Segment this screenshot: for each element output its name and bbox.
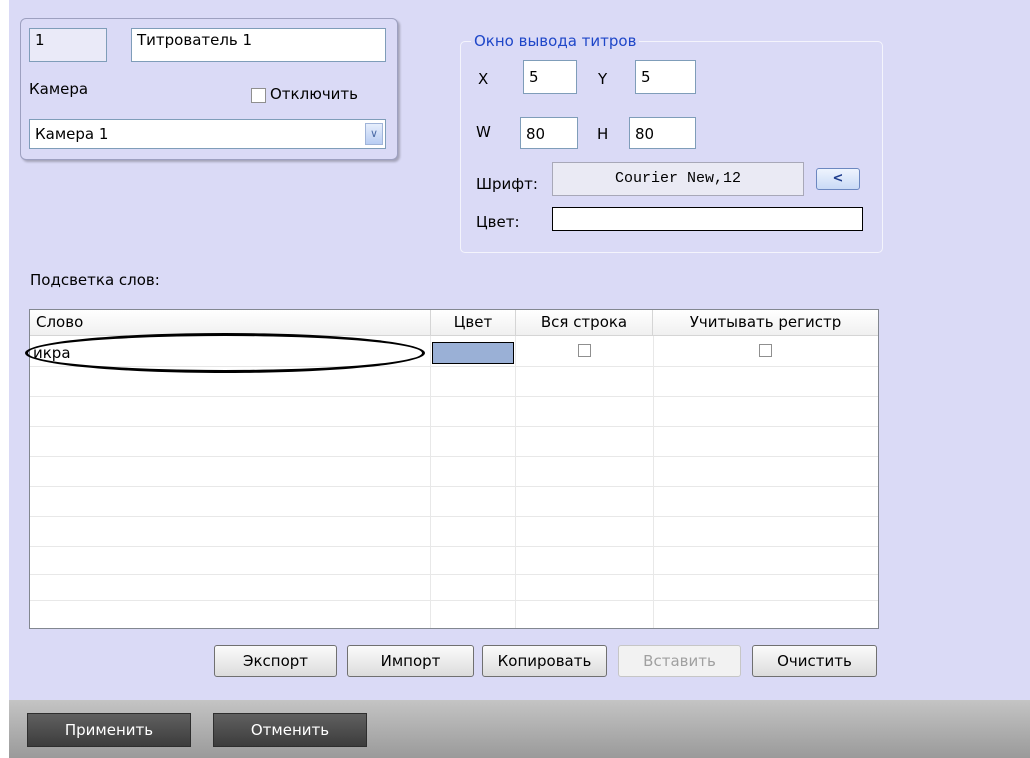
import-button[interactable]: Импорт — [347, 645, 474, 677]
whole-line-checkbox[interactable] — [578, 344, 591, 357]
w-input[interactable]: 80 — [520, 117, 578, 149]
color-label: Цвет: — [476, 213, 520, 231]
cell-color[interactable] — [432, 342, 514, 364]
row-divider — [30, 574, 878, 575]
output-window-title: Окно вывода титров — [471, 32, 640, 50]
highlight-ellipse — [25, 333, 425, 373]
font-display: Courier New,12 — [552, 162, 804, 196]
case-sensitive-checkbox[interactable] — [759, 344, 772, 357]
column-header-case[interactable]: Учитывать регистр — [653, 310, 878, 336]
camera-label: Камера — [29, 80, 89, 98]
camera-select-value: Камера 1 — [35, 125, 109, 143]
camera-select[interactable]: Камера 1 — [29, 119, 386, 149]
copy-button[interactable]: Копировать — [482, 645, 607, 677]
column-divider — [653, 336, 654, 628]
disable-label: Отключить — [270, 85, 359, 103]
apply-button[interactable]: Применить — [27, 713, 191, 747]
h-input[interactable]: 80 — [629, 117, 696, 149]
font-picker-button[interactable]: < — [816, 168, 860, 190]
paste-button[interactable]: Вставить — [618, 645, 741, 677]
row-divider — [30, 486, 878, 487]
row-divider — [30, 546, 878, 547]
cancel-button[interactable]: Отменить — [213, 713, 367, 747]
row-divider — [30, 516, 878, 517]
x-input[interactable]: 5 — [523, 60, 577, 94]
x-label: X — [478, 70, 489, 88]
row-divider — [30, 426, 878, 427]
column-divider — [515, 336, 516, 628]
column-header-color[interactable]: Цвет — [431, 310, 516, 336]
titler-name-field[interactable]: Титрователь 1 — [131, 28, 386, 62]
font-label: Шрифт: — [476, 175, 538, 193]
column-divider — [430, 336, 431, 628]
clear-button[interactable]: Очистить — [752, 645, 877, 677]
row-divider — [30, 600, 878, 601]
disable-checkbox[interactable] — [251, 88, 266, 103]
chevron-down-icon[interactable]: ∨ — [365, 123, 383, 145]
y-label: Y — [598, 70, 608, 88]
titler-id-field[interactable]: 1 — [29, 28, 107, 62]
titler-box: 1 Титрователь 1 Камера Отключить Камера … — [20, 18, 398, 160]
export-button[interactable]: Экспорт — [214, 645, 337, 677]
row-divider — [30, 396, 878, 397]
row-divider — [30, 456, 878, 457]
highlight-title: Подсветка слов: — [30, 271, 160, 289]
column-header-whole-line[interactable]: Вся строка — [516, 310, 653, 336]
h-label: H — [597, 125, 609, 143]
y-input[interactable]: 5 — [635, 60, 696, 94]
color-swatch[interactable] — [552, 207, 863, 231]
w-label: W — [476, 123, 491, 141]
